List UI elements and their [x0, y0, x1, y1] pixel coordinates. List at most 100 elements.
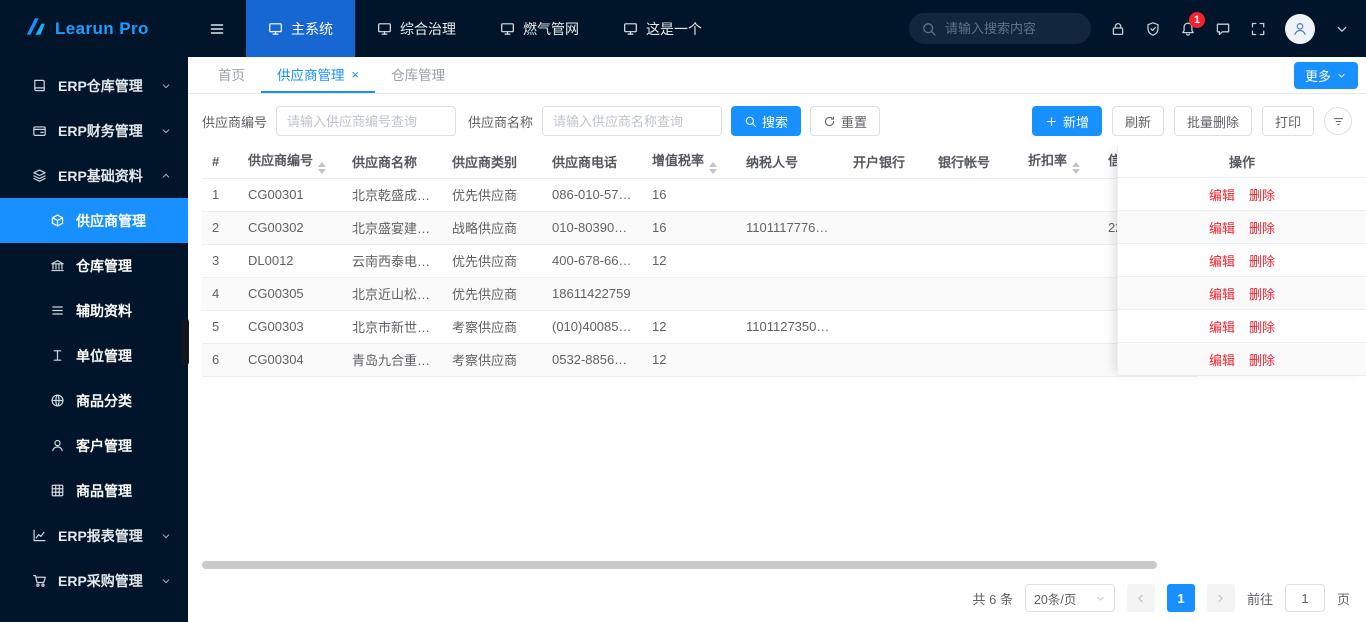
sidebar-item-1[interactable]: ERP财务管理 — [0, 108, 188, 153]
edit-link[interactable]: 编辑 — [1209, 317, 1235, 336]
edit-link[interactable]: 编辑 — [1209, 350, 1235, 369]
reset-button[interactable]: 重置 — [810, 106, 881, 136]
next-page-button[interactable] — [1206, 584, 1235, 612]
column-header-taxpayer-no: 纳税人号 — [736, 146, 843, 179]
tab-home[interactable]: 首页 — [202, 57, 261, 93]
app-logo: Learun Pro — [0, 0, 188, 57]
sidebar-item-2[interactable]: ERP基础资料 — [0, 153, 188, 198]
book-icon — [32, 78, 47, 93]
column-header-code[interactable]: 供应商编号 — [238, 146, 342, 179]
refresh-button[interactable]: 刷新 — [1111, 106, 1164, 136]
global-search-input[interactable] — [945, 21, 1073, 36]
delete-link[interactable]: 删除 — [1249, 317, 1275, 336]
tab-warehouse-management[interactable]: 仓库管理 — [375, 57, 461, 93]
sidebar-item-label: ERP财务管理 — [58, 122, 143, 139]
print-button[interactable]: 打印 — [1261, 106, 1314, 136]
top-nav-item-3[interactable]: 这是一个 — [601, 0, 724, 57]
edit-link[interactable]: 编辑 — [1209, 185, 1235, 204]
sidebar-item-9[interactable]: 商品管理 — [0, 468, 188, 513]
total-count: 共 6 条 — [972, 591, 1013, 607]
close-tab-icon[interactable]: × — [352, 68, 360, 81]
edit-link[interactable]: 编辑 — [1209, 251, 1235, 270]
batch-delete-button[interactable]: 批量删除 — [1173, 106, 1252, 136]
notifications-button[interactable]: 1 — [1180, 11, 1205, 37]
sort-carets-icon[interactable] — [709, 161, 718, 174]
page-size-select[interactable]: 20条/页 — [1024, 584, 1115, 612]
horizontal-scrollbar[interactable] — [202, 560, 1352, 570]
table-row-3[interactable]: 3 DL0012 云南西泰电线... 优先供应商 400-678-6632 12 — [202, 244, 1198, 278]
sidebar-item-6[interactable]: 单位管理 — [0, 333, 188, 378]
sidebar-item-7[interactable]: 商品分类 — [0, 378, 188, 423]
cell-name: 云南西泰电线... — [342, 244, 442, 278]
top-nav-item-0[interactable]: 主系统 — [246, 0, 355, 57]
search-button[interactable]: 搜索 — [731, 106, 802, 136]
delete-link[interactable]: 删除 — [1249, 350, 1275, 369]
edit-link[interactable]: 编辑 — [1209, 284, 1235, 303]
menu-toggle-button[interactable] — [188, 0, 246, 57]
page-1-button[interactable]: 1 — [1166, 584, 1195, 612]
layers-icon — [32, 168, 47, 183]
sort-carets-icon[interactable] — [1072, 161, 1081, 174]
cell-bank-account — [928, 277, 1018, 311]
table-row-2[interactable]: 2 CG00302 北京盛宴建筑... 战略供应商 010-80390988 16 1101… — [202, 211, 1198, 245]
cell-category: 优先供应商 — [442, 244, 542, 278]
edit-link[interactable]: 编辑 — [1209, 218, 1235, 237]
table-row-1[interactable]: 1 CG00301 北京乾盛成钢... 优先供应商 086-010-57199... 16 — [202, 178, 1198, 212]
tab-supplier-management[interactable]: 供应商管理 × — [261, 57, 376, 93]
lock-screen-button[interactable] — [1110, 21, 1126, 37]
fullscreen-button[interactable] — [1250, 21, 1266, 37]
table-header-row: # 供应商编号 供应商名称 供应商类别 供应商电话 增值税率 纳税人号 开户银行 银行帐号 折扣率… — [202, 146, 1198, 179]
sidebar-item-11[interactable]: ERP采购管理 — [0, 558, 188, 603]
security-button[interactable] — [1145, 21, 1161, 37]
cell-code: DL0012 — [238, 244, 342, 278]
monitor-icon — [500, 21, 515, 36]
top-nav-item-1[interactable]: 综合治理 — [355, 0, 478, 57]
top-nav-item-2[interactable]: 燃气管网 — [478, 0, 601, 57]
delete-link[interactable]: 删除 — [1249, 284, 1275, 303]
sort-carets-icon[interactable] — [318, 161, 327, 174]
sidebar-item-10[interactable]: ERP报表管理 — [0, 513, 188, 558]
prev-page-button[interactable] — [1126, 584, 1155, 612]
column-header-discount[interactable]: 折扣率 — [1018, 146, 1098, 179]
sidebar-item-label: 客户管理 — [76, 437, 132, 454]
delete-link[interactable]: 删除 — [1249, 185, 1275, 204]
column-settings-button[interactable] — [1324, 107, 1352, 135]
delete-link[interactable]: 删除 — [1249, 218, 1275, 237]
filter-bar: 供应商编号 供应商名称 搜索 重置 新增 — [188, 94, 1366, 146]
table-row-5[interactable]: 5 CG00303 北京市新世纪... 考察供应商 (010)40085061... 12… — [202, 310, 1198, 344]
sidebar-item-4[interactable]: 仓库管理 — [0, 243, 188, 288]
column-header-category: 供应商类别 — [442, 146, 542, 179]
cell-bank — [843, 277, 928, 311]
cell-index: 5 — [202, 310, 238, 344]
sidebar-item-0[interactable]: ERP仓库管理 — [0, 63, 188, 108]
plus-icon — [1045, 115, 1058, 128]
sidebar-item-label: 供应商管理 — [76, 212, 146, 229]
user-avatar[interactable] — [1285, 13, 1315, 44]
cell-index: 4 — [202, 277, 238, 311]
sidebar-item-8[interactable]: 客户管理 — [0, 423, 188, 468]
page-unit-label: 页 — [1336, 591, 1350, 607]
cell-code: CG00305 — [238, 277, 342, 311]
scrollbar-handle[interactable] — [202, 561, 1157, 569]
more-button[interactable]: 更多 — [1293, 61, 1358, 89]
supplier-code-input[interactable] — [276, 106, 457, 136]
table-row-6[interactable]: 6 CG00304 青岛九合重工... 考察供应商 0532-88565639 12 — [202, 343, 1198, 377]
global-search[interactable] — [909, 13, 1091, 44]
column-header-tax-rate[interactable]: 增值税率 — [642, 146, 736, 179]
search-icon — [921, 21, 937, 37]
chevron-right-icon — [1214, 592, 1227, 605]
cell-bank-account — [928, 178, 1018, 212]
chevron-left-icon — [1134, 592, 1147, 605]
table-row-4[interactable]: 4 CG00305 北京近山松城... 优先供应商 18611422759 — [202, 277, 1198, 311]
delete-link[interactable]: 删除 — [1249, 251, 1275, 270]
goto-page-input[interactable] — [1284, 584, 1325, 612]
cell-tax-rate: 12 — [642, 310, 736, 344]
supplier-name-input[interactable] — [542, 106, 723, 136]
add-button[interactable]: 新增 — [1031, 106, 1102, 136]
sidebar-resize-handle[interactable] — [181, 318, 189, 366]
cell-code: CG00301 — [238, 178, 342, 212]
sidebar-item-3[interactable]: 供应商管理 — [0, 198, 188, 243]
messages-button[interactable] — [1215, 21, 1231, 37]
user-menu-button[interactable] — [1334, 21, 1350, 37]
sidebar-item-5[interactable]: 辅助资料 — [0, 288, 188, 333]
